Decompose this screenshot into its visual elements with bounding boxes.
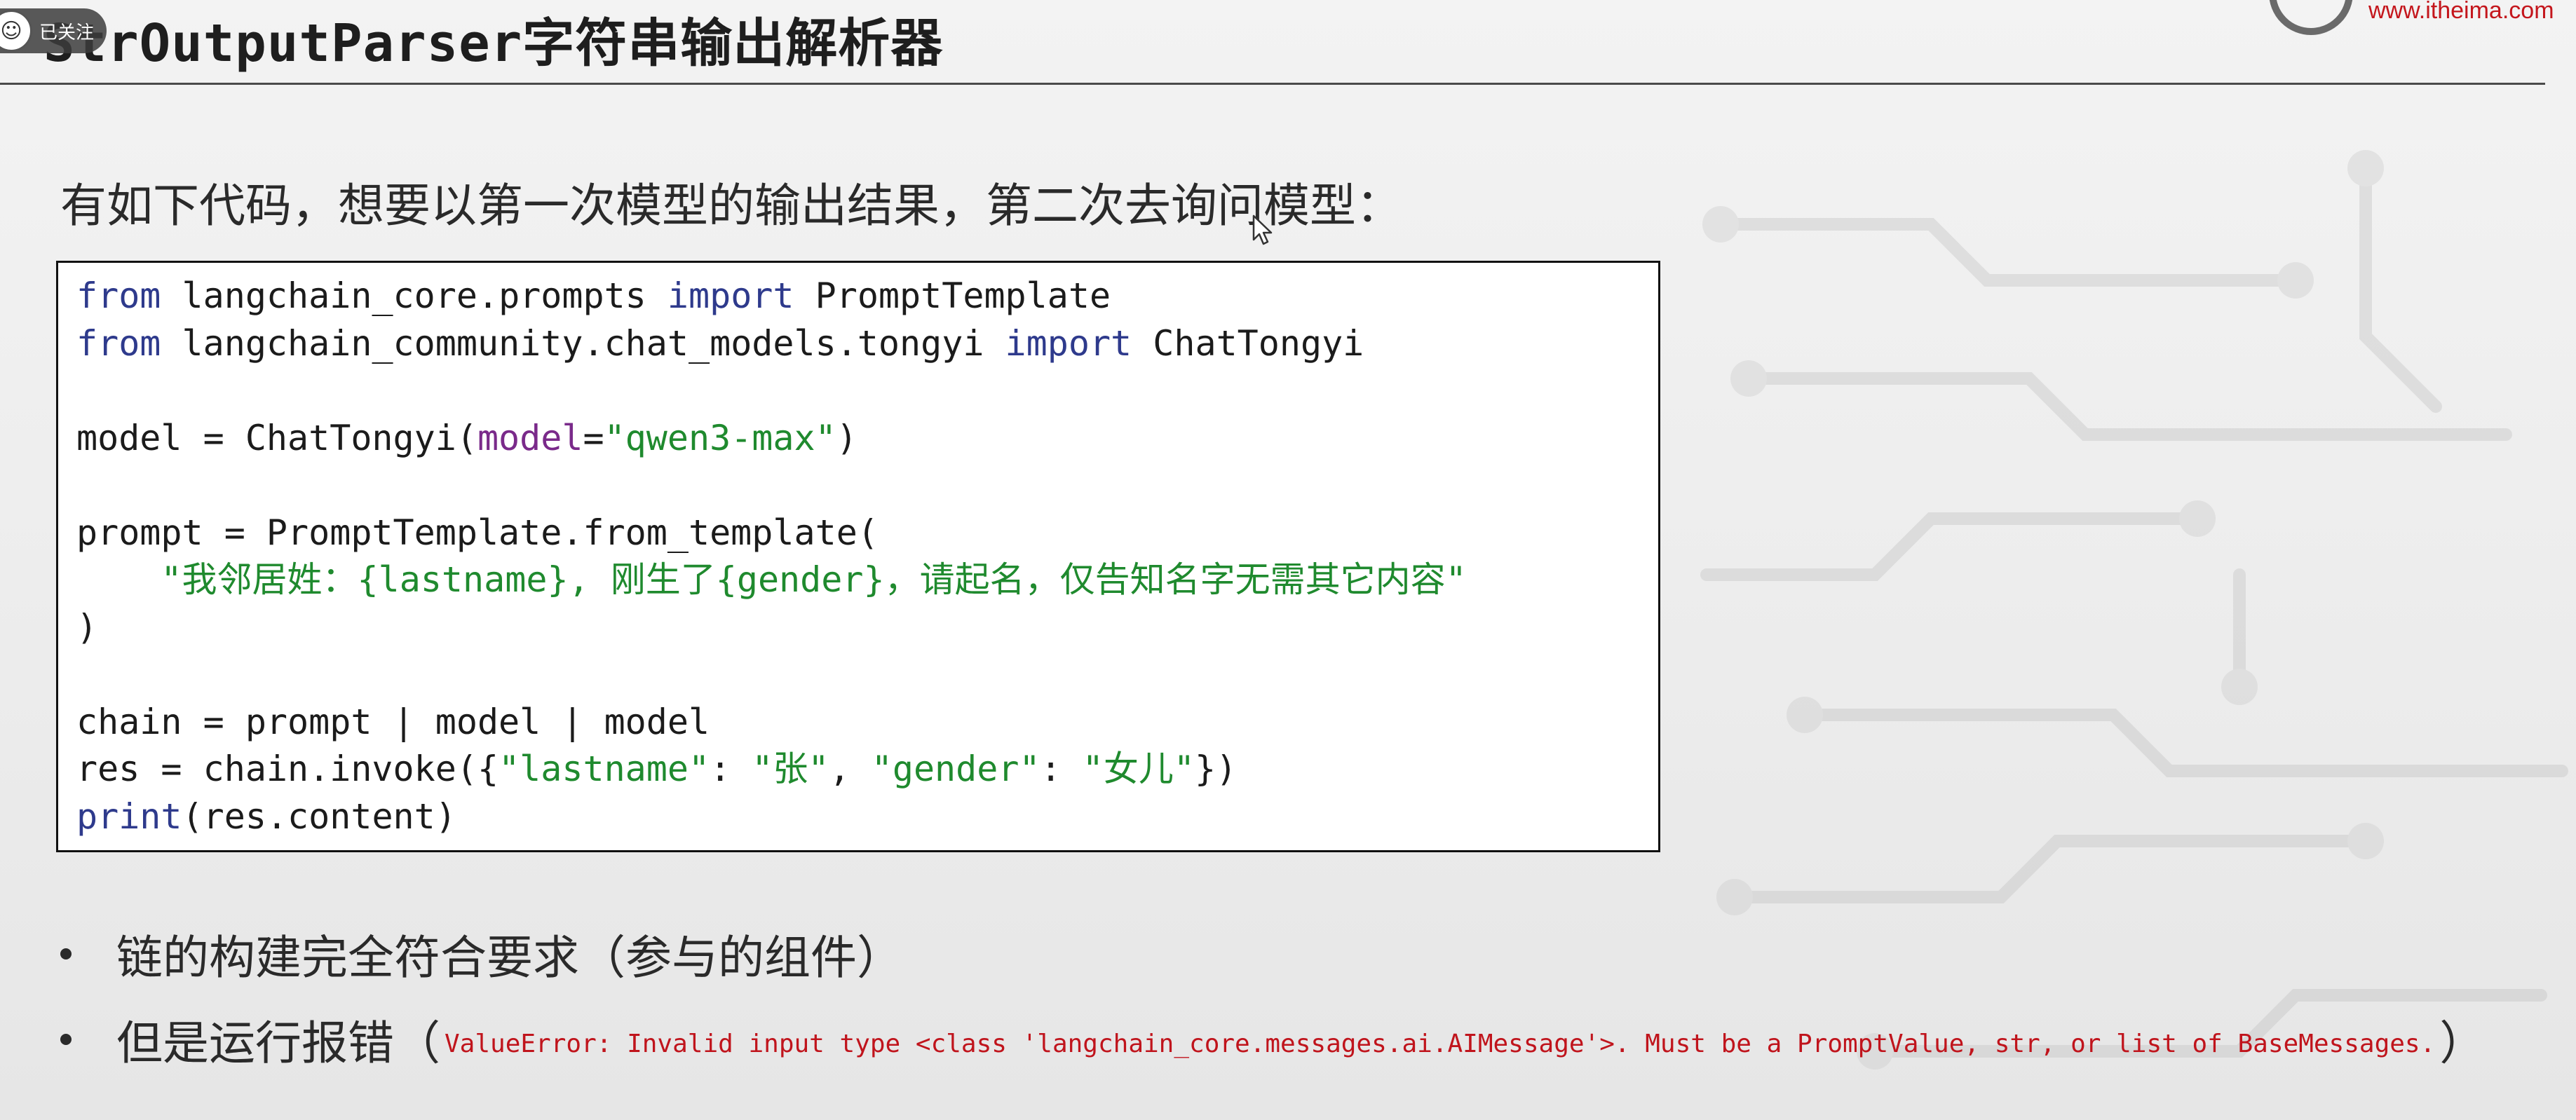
code-text: (res.content) bbox=[182, 795, 456, 837]
code-line-4: model = ChatTongyi(model="qwen3-max") bbox=[76, 415, 1637, 463]
code-text: }) bbox=[1195, 749, 1238, 789]
code-text: ChatTongyi bbox=[1132, 322, 1364, 364]
slide-title: StrOutputParser字符串输出解析器 bbox=[43, 13, 944, 74]
code-line-1: from langchain_core.prompts import Promp… bbox=[76, 273, 1637, 320]
code-keyword: import bbox=[667, 275, 794, 316]
code-text: langchain_core.prompts bbox=[161, 275, 667, 316]
code-text: PromptTemplate bbox=[794, 275, 1111, 316]
bullet-text: 但是运行报错 bbox=[116, 1016, 394, 1070]
code-line-12: print(res.content) bbox=[76, 793, 1637, 841]
code-text: ) bbox=[836, 417, 857, 458]
follow-badge[interactable]: ☺ 已关注 bbox=[0, 8, 107, 53]
code-string: "我邻居姓：{lastname}, 刚生了{gender}，请起名，仅告知名字无… bbox=[161, 559, 1467, 600]
error-message: ValueError: Invalid input type <class 'l… bbox=[445, 1029, 2436, 1058]
code-block: from langchain_core.prompts import Promp… bbox=[56, 261, 1660, 852]
code-text: res = chain.invoke({ bbox=[76, 749, 499, 789]
bullet-item: 链的构建完全符合要求（参与的组件） bbox=[60, 911, 2486, 997]
code-line-10: chain = prompt | model | model bbox=[76, 701, 710, 742]
paren-open: （ bbox=[394, 1016, 440, 1070]
code-keyword: from bbox=[76, 275, 161, 316]
bullet-list: 链的构建完全符合要求（参与的组件） 但是运行报错 （ ValueError: I… bbox=[60, 911, 2486, 1082]
code-text: = bbox=[583, 417, 604, 458]
code-string: "gender" bbox=[871, 749, 1040, 789]
code-line-7: "我邻居姓：{lastname}, 刚生了{gender}，请起名，仅告知名字无… bbox=[76, 556, 1637, 604]
code-line-2: from langchain_community.chat_models.ton… bbox=[76, 320, 1637, 368]
code-text: model = ChatTongyi( bbox=[76, 417, 477, 458]
follow-label: 已关注 bbox=[39, 22, 95, 43]
code-line-11: res = chain.invoke({"lastname": "张", "ge… bbox=[76, 746, 1637, 793]
bullet-dot-icon bbox=[60, 948, 72, 959]
code-text: : bbox=[710, 749, 752, 789]
intro-text: 有如下代码，想要以第一次模型的输出结果，第二次去询问模型： bbox=[60, 179, 1402, 233]
bullet-item: 但是运行报错 （ ValueError: Invalid input type … bbox=[60, 997, 2486, 1082]
avatar-icon: ☺ bbox=[0, 10, 32, 52]
code-line-8: ) bbox=[76, 606, 98, 648]
paren-close: ） bbox=[2439, 1016, 2486, 1070]
code-param: model bbox=[477, 417, 583, 458]
code-text: , bbox=[829, 749, 872, 789]
code-keyword: from bbox=[76, 322, 161, 364]
code-keyword: import bbox=[1005, 322, 1132, 364]
code-text: langchain_community.chat_models.tongyi bbox=[161, 322, 1005, 364]
code-line-6: prompt = PromptTemplate.from_template( bbox=[76, 512, 879, 553]
mouse-cursor-icon bbox=[1252, 214, 1273, 245]
slide-header: StrOutputParser字符串输出解析器 ☺ 已关注 www.itheim… bbox=[0, 0, 2576, 86]
brand-logo-icon bbox=[2269, 0, 2353, 35]
code-keyword: print bbox=[76, 795, 182, 837]
header-divider bbox=[0, 83, 2545, 85]
code-string: "女儿" bbox=[1082, 749, 1195, 789]
code-string: "qwen3-max" bbox=[604, 417, 836, 458]
code-text: : bbox=[1040, 749, 1083, 789]
bullet-text: 链的构建完全符合要求（参与的组件） bbox=[116, 931, 903, 985]
bullet-dot-icon bbox=[60, 1034, 72, 1045]
brand-url: www.itheima.com bbox=[2368, 0, 2554, 24]
code-string: "张" bbox=[752, 749, 829, 789]
code-string: "lastname" bbox=[499, 749, 710, 789]
